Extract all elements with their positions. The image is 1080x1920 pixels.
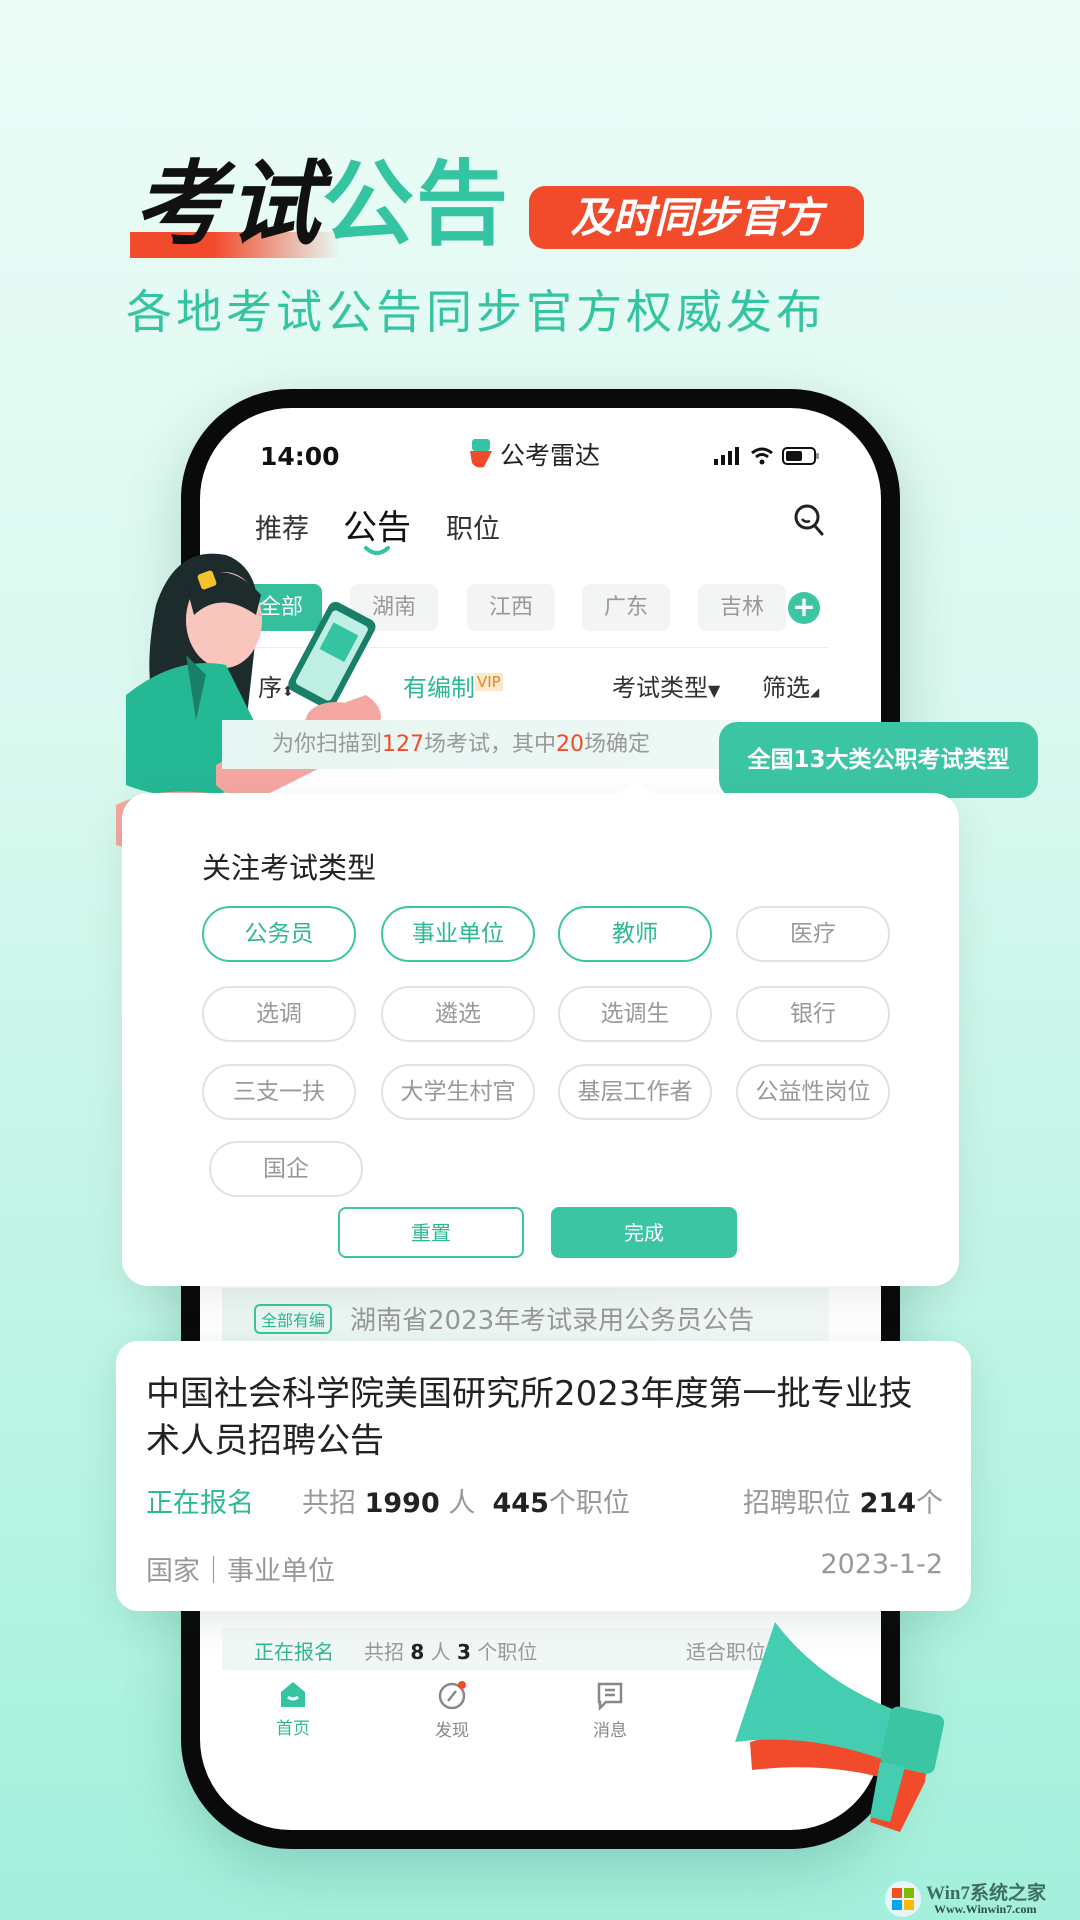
- people-unit: 人: [448, 1488, 476, 1519]
- option-grassroots-worker[interactable]: 基层工作者: [558, 1064, 712, 1120]
- option-public-institution[interactable]: 事业单位: [381, 906, 535, 962]
- card-date: 2023-1-2: [820, 1549, 943, 1580]
- status-icons: [714, 446, 820, 466]
- hero-subtitle: 各地考试公告同步官方权威发布: [126, 285, 826, 339]
- positions-unit: 个职位: [548, 1488, 630, 1519]
- option-teacher[interactable]: 教师: [558, 906, 712, 962]
- battery-icon: [782, 447, 819, 465]
- watermark-brand: Win7系统之家: [926, 1883, 1047, 1904]
- option-public-welfare[interactable]: 公益性岗位: [736, 1064, 890, 1120]
- scan-summary: 为你扫描到127场考试，其中20场确定: [222, 720, 742, 769]
- option-linxuan[interactable]: 遴选: [381, 986, 535, 1042]
- option-medical[interactable]: 医疗: [736, 906, 890, 962]
- app-name: 公考雷达: [500, 441, 601, 470]
- positions-unit: 个职位: [477, 1640, 538, 1664]
- scan-prefix: 为你扫描到: [272, 732, 383, 757]
- card-title: 中国社会科学院美国研究所2023年度第一批专业技术人员招聘公告: [146, 1374, 913, 1461]
- recruit-prefix: 共招: [302, 1488, 356, 1519]
- job-label: 招聘职位: [743, 1488, 852, 1519]
- caret-down-icon: ▼: [708, 681, 721, 700]
- filter-corner-icon: ◢: [810, 685, 820, 699]
- exam-types-tooltip: 全国13大类公职考试类型: [719, 722, 1038, 810]
- option-bank[interactable]: 银行: [736, 986, 890, 1042]
- popup-title: 关注考试类型: [202, 851, 377, 885]
- list-item-meta: 正在报名 共招 8 人 3 个职位 适合职位: [222, 1628, 782, 1670]
- recruit-prefix: 共招: [364, 1640, 404, 1664]
- vip-badge: VIP: [475, 673, 503, 691]
- compass-icon: [438, 1681, 466, 1710]
- option-xuandiaosheng[interactable]: 选调生: [558, 986, 712, 1042]
- filter-label: 筛选: [762, 674, 810, 702]
- watermark-url: Www.Winwin7.com: [934, 1902, 1037, 1916]
- wifi-icon: [751, 447, 773, 465]
- tabbar-messages[interactable]: 消息: [585, 1680, 635, 1741]
- card-recruit: 共招 1990 人 445个职位: [302, 1481, 630, 1520]
- card-status: 正在报名: [146, 1488, 254, 1519]
- region-chip-jiangxi[interactable]: 江西: [467, 584, 555, 631]
- search-icon[interactable]: [793, 503, 825, 537]
- list-status: 正在报名: [254, 1640, 334, 1664]
- message-icon: [597, 1682, 623, 1712]
- app-logo-icon: [470, 439, 492, 468]
- list-item-title: 湖南省2023年考试录用公务员公告: [350, 1306, 755, 1336]
- tabbar-messages-label: 消息: [593, 1721, 627, 1741]
- hero-title: 考试公告: [134, 150, 510, 260]
- positions-count: 3: [457, 1640, 471, 1664]
- option-sanzhiyifu[interactable]: 三支一扶: [202, 1064, 356, 1120]
- megaphone-illustration: [735, 1622, 945, 1832]
- card-category: 国家｜事业单位: [146, 1556, 335, 1587]
- watermark: Win7系统之家 Www.Winwin7.com: [884, 1878, 1080, 1920]
- option-civil-servant[interactable]: 公务员: [202, 906, 356, 962]
- people-count: 8: [410, 1640, 425, 1664]
- announcement-card[interactable]: 中国社会科学院美国研究所2023年度第一批专业技术人员招聘公告 正在报名 共招 …: [116, 1341, 971, 1611]
- list-item[interactable]: 全部有编 湖南省2023年考试录用公务员公告: [222, 1288, 829, 1347]
- tab-announcement[interactable]: 公告: [343, 500, 411, 549]
- tabbar-home-label: 首页: [276, 1719, 310, 1739]
- exam-type-dropdown[interactable]: 考试类型▼: [612, 668, 720, 703]
- reset-button[interactable]: 重置: [338, 1207, 524, 1258]
- hero-title-dark: 考试: [134, 151, 323, 258]
- scan-suffix: 场确定: [584, 732, 651, 757]
- done-button[interactable]: 完成: [551, 1207, 737, 1258]
- scan-count-total: 127: [382, 732, 425, 757]
- tabbar-discover-label: 发现: [435, 1721, 469, 1741]
- job-unit: 个: [916, 1488, 943, 1519]
- status-time: 14:00: [260, 442, 340, 471]
- people-count: 1990: [364, 1488, 440, 1519]
- bianzhi-tag: 全部有编: [254, 1304, 333, 1334]
- bianzhi-filter[interactable]: 有编制 VIP: [403, 668, 503, 703]
- tabbar-discover[interactable]: 发现: [427, 1680, 477, 1741]
- tabbar-home[interactable]: 首页: [268, 1680, 318, 1739]
- job-count: 214: [859, 1488, 916, 1519]
- scan-mid: 场考试，其中: [424, 732, 557, 757]
- windows-logo-icon: [885, 1881, 921, 1917]
- region-chip-guangdong[interactable]: 广东: [582, 584, 670, 631]
- hero-badge: 及时同步官方: [529, 186, 864, 249]
- option-soe[interactable]: 国企: [209, 1141, 363, 1197]
- list-recruit: 共招 8 人 3 个职位: [364, 1636, 537, 1665]
- tab-recommend[interactable]: 推荐: [255, 507, 309, 546]
- scan-count-confirmed: 20: [556, 732, 585, 757]
- add-region-icon[interactable]: +: [788, 592, 820, 624]
- region-chip-jilin[interactable]: 吉林: [698, 584, 786, 631]
- signal-icon: [714, 447, 739, 465]
- exam-type-label: 考试类型: [612, 674, 708, 702]
- card-job-count: 招聘职位 214个: [743, 1481, 943, 1520]
- hero-title-green: 公告: [322, 151, 511, 258]
- option-xuandiao[interactable]: 选调: [202, 986, 356, 1042]
- home-icon: [281, 1682, 305, 1707]
- people-unit: 人: [430, 1640, 451, 1664]
- app-logo: 公考雷达: [468, 436, 600, 472]
- filter-button[interactable]: 筛选◢: [762, 668, 819, 703]
- option-village-official[interactable]: 大学生村官: [381, 1064, 535, 1120]
- exam-type-popup: 关注考试类型 公务员 事业单位 教师 医疗 选调 遴选 选调生 银行 三支一扶 …: [122, 779, 959, 1286]
- positions-count: 445: [492, 1488, 549, 1519]
- tab-position[interactable]: 职位: [446, 507, 500, 546]
